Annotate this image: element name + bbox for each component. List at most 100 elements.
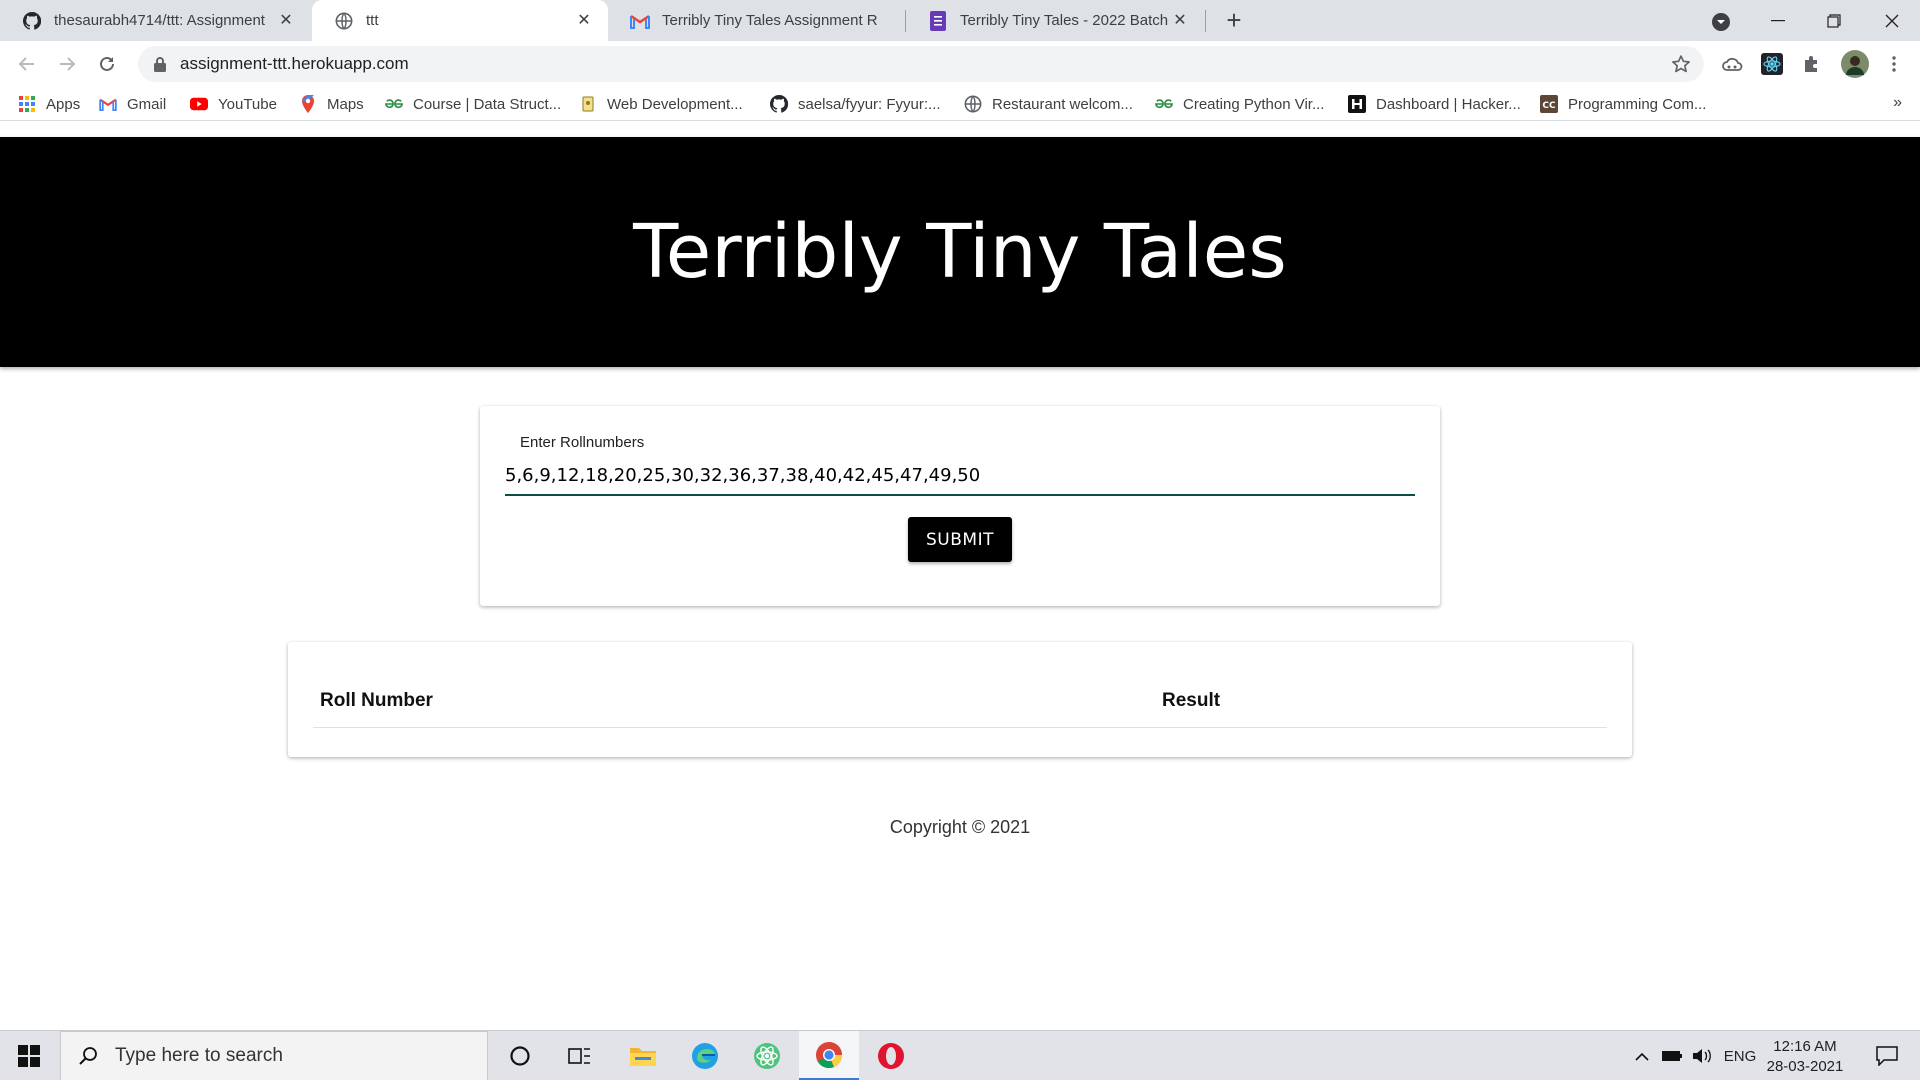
system-clock[interactable]: 12:16 AM 28-03-2021 bbox=[1763, 1037, 1847, 1077]
bookmark-course-data-struct[interactable]: Course | Data Struct... bbox=[385, 93, 561, 115]
taskbar-search-box[interactable]: Type here to search bbox=[60, 1031, 488, 1080]
show-hidden-icons-chevron-icon[interactable] bbox=[1628, 1031, 1656, 1080]
github-icon bbox=[22, 11, 42, 31]
language-indicator[interactable]: ENG bbox=[1720, 1031, 1760, 1080]
opera-browser-icon[interactable] bbox=[861, 1031, 921, 1080]
bookmark-gmail[interactable]: Gmail bbox=[99, 93, 166, 115]
file-explorer-icon[interactable] bbox=[613, 1031, 673, 1080]
bookmark-icon bbox=[579, 95, 597, 113]
forms-icon bbox=[928, 10, 948, 31]
url-text[interactable]: assignment-ttt.herokuapp.com bbox=[180, 54, 409, 74]
rollnumbers-input[interactable] bbox=[505, 458, 1415, 496]
results-table-card: Roll Number Result bbox=[288, 642, 1632, 757]
volume-icon[interactable] bbox=[1688, 1031, 1716, 1080]
bookmark-star-icon[interactable] bbox=[1670, 53, 1692, 75]
tab-title: Terribly Tiny Tales - 2022 Batch bbox=[960, 12, 1169, 29]
gmail-icon bbox=[630, 11, 650, 31]
bookmark-restaurant-welcome[interactable]: Restaurant welcom... bbox=[964, 93, 1133, 115]
tab-title: thesaurabh4714/ttt: Assignment bbox=[54, 12, 265, 29]
svg-text:CC: CC bbox=[1542, 101, 1556, 111]
extensions-puzzle-icon[interactable] bbox=[1800, 52, 1824, 76]
forward-arrow-icon[interactable] bbox=[52, 49, 82, 79]
new-tab-button[interactable]: + bbox=[1220, 6, 1248, 34]
gmail-icon bbox=[99, 95, 117, 113]
page-content: Terribly Tiny Tales Enter Rollnumbers SU… bbox=[0, 137, 1920, 1030]
bookmark-programming-com[interactable]: CC Programming Com... bbox=[1540, 93, 1706, 115]
github-icon bbox=[770, 95, 788, 113]
bookmark-creating-python-vir[interactable]: Creating Python Vir... bbox=[1155, 93, 1324, 115]
apps-grid-icon bbox=[18, 95, 36, 113]
results-table-header: Roll Number Result bbox=[313, 664, 1607, 728]
bookmark-label: saelsa/fyyur: Fyyur:... bbox=[798, 95, 941, 113]
gfg-icon bbox=[385, 95, 403, 113]
browser-tab-strip: thesaurabh4714/ttt: Assignment ✕ ttt ✕ T… bbox=[0, 0, 1920, 41]
bookmark-label: Course | Data Struct... bbox=[413, 95, 562, 113]
bookmark-web-development[interactable]: Web Development... bbox=[579, 93, 743, 115]
bookmark-maps[interactable]: Maps bbox=[299, 93, 364, 115]
chrome-taskbar-icon[interactable] bbox=[799, 1031, 859, 1080]
clock-date: 28-03-2021 bbox=[1766, 1058, 1844, 1075]
back-arrow-icon[interactable] bbox=[12, 49, 42, 79]
search-icon bbox=[77, 1045, 99, 1067]
tab-title: ttt bbox=[366, 12, 379, 29]
bookmark-label: Apps bbox=[46, 95, 81, 113]
react-devtools-icon[interactable] bbox=[1760, 52, 1784, 76]
edge-browser-icon[interactable] bbox=[675, 1031, 735, 1080]
gfg-icon bbox=[1155, 95, 1173, 113]
tab-separator bbox=[1205, 10, 1206, 32]
bookmark-label: Creating Python Vir... bbox=[1183, 95, 1325, 113]
bookmark-youtube[interactable]: YouTube bbox=[190, 93, 277, 115]
bookmarks-bar: Apps Gmail YouTube Maps Course | Data St… bbox=[0, 87, 1920, 121]
clock-time: 12:16 AM bbox=[1773, 1038, 1837, 1055]
globe-icon bbox=[964, 95, 982, 113]
globe-icon bbox=[334, 11, 354, 31]
atom-editor-icon[interactable] bbox=[737, 1031, 797, 1080]
bookmark-apps[interactable]: Apps bbox=[18, 93, 80, 115]
bookmark-label: Restaurant welcom... bbox=[992, 95, 1133, 113]
close-tab-icon[interactable]: ✕ bbox=[276, 10, 296, 30]
bookmark-label: Maps bbox=[327, 95, 364, 113]
maps-icon bbox=[299, 95, 317, 113]
notification-center-icon[interactable] bbox=[1862, 1031, 1912, 1080]
reload-icon[interactable] bbox=[92, 49, 122, 79]
tab-gmail[interactable]: Terribly Tiny Tales Assignment Ro bbox=[608, 0, 904, 41]
windows-taskbar: Type here to search ENG 12:16 AM 28-03-2… bbox=[0, 1030, 1920, 1080]
close-tab-icon[interactable]: ✕ bbox=[574, 10, 594, 30]
extension-cloud-icon[interactable] bbox=[1720, 52, 1744, 76]
browser-toolbar: assignment-ttt.herokuapp.com bbox=[0, 41, 1920, 87]
tab-google-form[interactable]: Terribly Tiny Tales - 2022 Batch ✕ bbox=[906, 0, 1204, 41]
address-bar[interactable]: assignment-ttt.herokuapp.com bbox=[138, 46, 1704, 82]
chrome-menu-icon[interactable] bbox=[1882, 52, 1906, 76]
rollnumber-form-card: Enter Rollnumbers SUBMIT bbox=[480, 406, 1440, 606]
lock-icon[interactable] bbox=[152, 55, 168, 73]
site-header: Terribly Tiny Tales bbox=[0, 137, 1920, 367]
tab-github-repo[interactable]: thesaurabh4714/ttt: Assignment ✕ bbox=[0, 0, 310, 41]
more-bookmarks-button[interactable]: » bbox=[1893, 94, 1902, 112]
youtube-icon bbox=[190, 95, 208, 113]
tab-title: Terribly Tiny Tales Assignment Ro bbox=[662, 12, 877, 29]
cortana-icon[interactable] bbox=[490, 1031, 550, 1080]
column-header-result: Result bbox=[1162, 690, 1221, 711]
rollnumbers-label: Enter Rollnumbers bbox=[520, 434, 645, 451]
close-tab-icon[interactable]: ✕ bbox=[1170, 10, 1190, 30]
tab-search-icon[interactable] bbox=[1709, 10, 1733, 34]
close-window-icon[interactable] bbox=[1864, 0, 1920, 41]
bookmark-label: Gmail bbox=[127, 95, 167, 113]
bookmark-hackerrank-dashboard[interactable]: Dashboard | Hacker... bbox=[1348, 93, 1521, 115]
tab-ttt[interactable]: ttt ✕ bbox=[312, 0, 608, 41]
bookmark-label: Programming Com... bbox=[1568, 95, 1707, 113]
hackerrank-icon bbox=[1348, 95, 1366, 113]
copyright-footer: Copyright © 2021 bbox=[889, 817, 1031, 837]
task-view-icon[interactable] bbox=[550, 1031, 610, 1080]
bookmark-label: YouTube bbox=[218, 95, 277, 113]
codechef-icon: CC bbox=[1540, 95, 1558, 113]
submit-button[interactable]: SUBMIT bbox=[908, 517, 1012, 562]
bookmark-saelsa-fyyur[interactable]: saelsa/fyyur: Fyyur:... bbox=[770, 93, 941, 115]
search-placeholder: Type here to search bbox=[115, 1045, 283, 1066]
restore-icon[interactable] bbox=[1806, 0, 1862, 41]
profile-avatar-icon[interactable] bbox=[1840, 49, 1870, 79]
battery-icon[interactable] bbox=[1658, 1031, 1686, 1080]
windows-start-icon[interactable] bbox=[0, 1031, 58, 1080]
minimize-icon[interactable] bbox=[1750, 0, 1806, 41]
site-title: Terribly Tiny Tales bbox=[633, 209, 1287, 295]
